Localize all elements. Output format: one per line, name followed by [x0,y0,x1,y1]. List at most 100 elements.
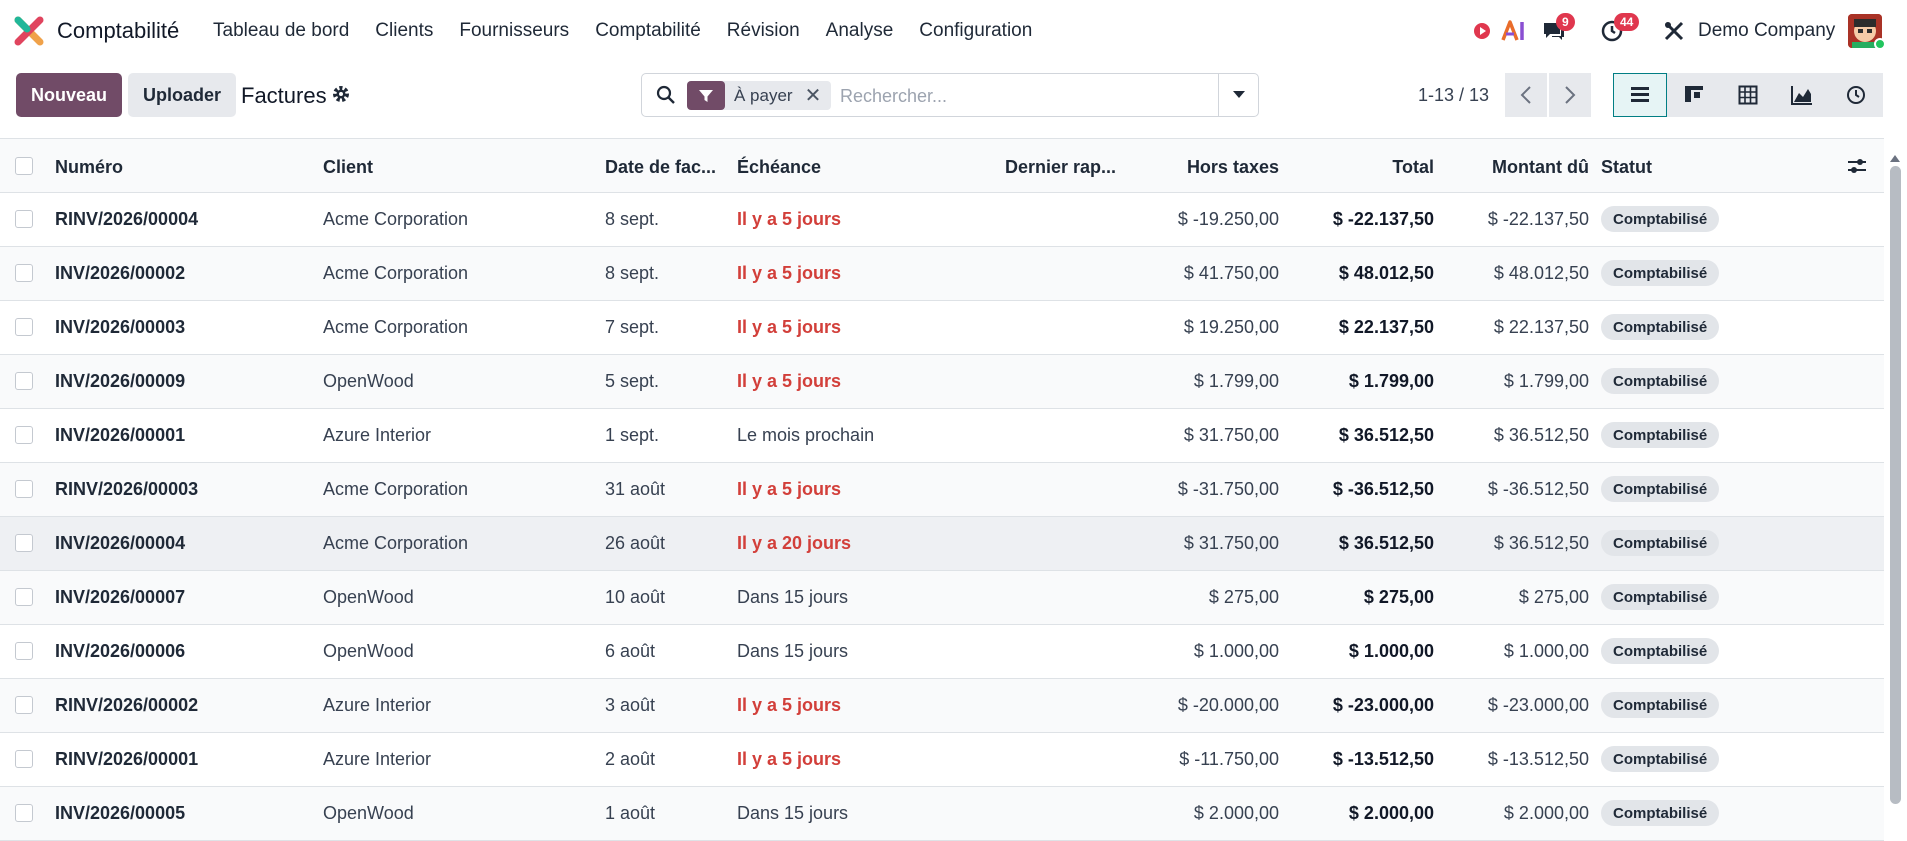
invoice-total: $ 48.012,50 [1338,263,1434,283]
row-checkbox[interactable] [15,750,33,768]
pager-next-button[interactable] [1549,73,1591,117]
invoice-total: $ 275,00 [1363,587,1434,607]
ai-icon[interactable]: AI [1500,17,1528,45]
table-row[interactable]: RINV/2026/00002 Azure Interior 3 août Il y … [0,679,1884,733]
row-checkbox[interactable] [15,264,33,282]
online-status-dot [1874,38,1886,50]
row-checkbox[interactable] [15,210,33,228]
table-row[interactable]: RINV/2026/00001 Azure Interior 2 août Il y … [0,733,1884,787]
row-checkbox[interactable] [15,804,33,822]
pager-previous-button[interactable] [1505,73,1547,117]
search-input[interactable] [840,82,1210,110]
table-row[interactable]: INV/2026/00006 OpenWood 6 août Dans 15 jour… [0,625,1884,679]
menu-item-dashboard[interactable]: Tableau de bord [213,20,349,42]
invoice-date: 5 sept. [605,371,660,391]
invoice-untaxed: $ -31.750,00 [1177,479,1279,499]
column-total[interactable]: Total [1392,157,1434,178]
table-row[interactable]: INV/2026/00003 Acme Corporation 7 sept. Il … [0,301,1884,355]
pivot-view-icon [1738,85,1758,105]
invoice-number: INV/2026/00007 [55,587,186,607]
invoice-due: Le mois prochain [737,425,875,445]
app-title[interactable]: Comptabilité [57,18,179,44]
menu-item-customers[interactable]: Clients [375,20,433,42]
table-row[interactable]: RINV/2026/00003 Acme Corporation 31 août Il… [0,463,1884,517]
row-checkbox[interactable] [15,318,33,336]
table-row[interactable]: INV/2026/00001 Azure Interior 1 sept. Le mo… [0,409,1884,463]
column-untaxed[interactable]: Hors taxes [1187,157,1279,178]
table-row[interactable]: INV/2026/00002 Acme Corporation 8 sept. Il … [0,247,1884,301]
pager-value[interactable]: 1-13 / 13 [1418,85,1489,106]
invoice-due: Il y a 5 jours [737,695,842,715]
menu-item-configuration[interactable]: Configuration [919,20,1032,42]
upload-button[interactable]: Uploader [128,73,236,117]
invoice-client: Azure Interior [323,425,432,445]
menu-item-review[interactable]: Révision [727,20,800,42]
invoice-number: RINV/2026/00004 [55,209,199,229]
row-checkbox[interactable] [15,588,33,606]
row-checkbox[interactable] [15,696,33,714]
list-view-button[interactable] [1613,73,1667,117]
invoice-number: INV/2026/00002 [55,263,186,283]
invoice-client: Azure Interior [323,749,432,769]
new-button[interactable]: Nouveau [16,73,122,117]
menu-item-accounting[interactable]: Comptabilité [595,20,701,42]
column-number[interactable]: Numéro [55,157,123,178]
row-checkbox[interactable] [15,372,33,390]
table-row[interactable]: INV/2026/00009 OpenWood 5 sept. Il y a 5 jo… [0,355,1884,409]
table-row[interactable]: INV/2026/00005 OpenWood 1 août Dans 15 jour… [0,787,1884,841]
optional-columns-icon[interactable] [1847,156,1867,176]
invoice-due: Il y a 5 jours [737,263,842,283]
row-checkbox[interactable] [15,480,33,498]
column-last-reminder[interactable]: Dernier rap... [1005,157,1116,178]
search-options-toggle[interactable] [1218,74,1258,116]
record-icon[interactable] [1468,17,1496,45]
column-invoice-date[interactable]: Date de fac... [605,157,716,178]
invoice-date: 7 sept. [605,317,660,337]
messages-icon[interactable]: 9 [1540,13,1575,45]
invoice-amount-due: $ 2.000,00 [1503,803,1589,823]
table-row[interactable]: INV/2026/00007 OpenWood 10 août Dans 15 jou… [0,571,1884,625]
row-checkbox[interactable] [15,534,33,552]
activity-view-button[interactable] [1829,73,1883,117]
search-icon[interactable] [656,85,676,105]
pivot-view-button[interactable] [1721,73,1775,117]
menu-item-analysis[interactable]: Analyse [826,20,894,42]
select-all-checkbox[interactable] [15,157,33,175]
table-row[interactable]: INV/2026/00004 Acme Corporation 26 août Il … [0,517,1884,571]
company-switcher[interactable]: Demo Company [1698,20,1835,42]
scroll-up-icon[interactable] [1888,152,1902,164]
kanban-view-button[interactable] [1667,73,1721,117]
invoice-number: INV/2026/00001 [55,425,186,445]
menu-item-vendors[interactable]: Fournisseurs [459,20,569,42]
invoice-amount-due: $ 1.799,00 [1503,371,1589,391]
gear-icon[interactable] [331,84,351,104]
activities-icon[interactable]: 44 [1598,13,1640,45]
invoice-client: OpenWood [323,803,414,823]
invoice-amount-due: $ -22.137,50 [1487,209,1589,229]
row-checkbox[interactable] [15,642,33,660]
invoice-date: 31 août [605,479,666,499]
invoice-total: $ 1.799,00 [1348,371,1434,391]
scrollbar-thumb[interactable] [1890,166,1901,804]
status-badge: Comptabilisé [1601,422,1720,448]
invoice-total: $ -23.000,00 [1332,695,1434,715]
tools-icon[interactable] [1660,17,1688,45]
invoice-number: INV/2026/00009 [55,371,186,391]
invoice-date: 26 août [605,533,666,553]
column-status[interactable]: Statut [1601,157,1652,178]
status-badge: Comptabilisé [1601,800,1720,826]
row-checkbox[interactable] [15,426,33,444]
invoice-total: $ -36.512,50 [1332,479,1434,499]
column-amount-due[interactable]: Montant dû [1492,157,1589,178]
remove-facet-icon[interactable]: ✕ [805,83,832,108]
app-logo-icon[interactable] [14,16,44,46]
column-client[interactable]: Client [323,157,373,178]
invoice-client: OpenWood [323,587,414,607]
facet-label: À payer [734,85,793,105]
table-row[interactable]: RINV/2026/00004 Acme Corporation 8 sept. Il… [0,193,1884,247]
graph-view-button[interactable] [1775,73,1829,117]
invoice-total: $ 22.137,50 [1338,317,1434,337]
invoice-untaxed: $ 31.750,00 [1183,533,1279,553]
column-due[interactable]: Échéance [737,157,821,178]
messages-badge: 9 [1556,13,1575,31]
